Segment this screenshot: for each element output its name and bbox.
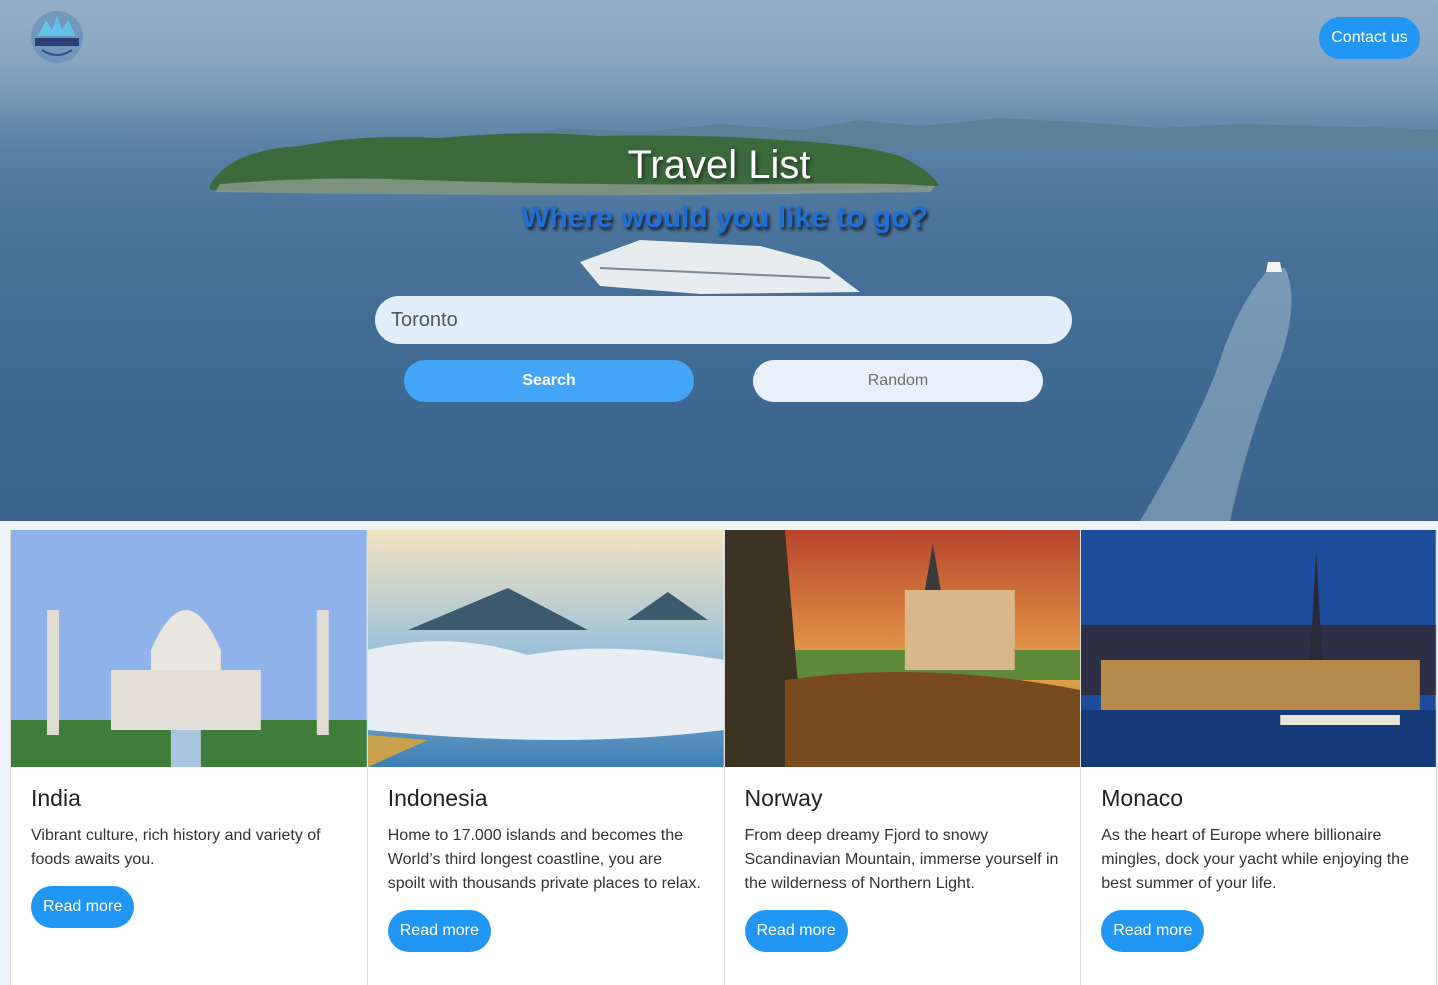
sea-island-background xyxy=(210,118,1438,521)
read-more-button[interactable]: Read more xyxy=(31,886,135,928)
page-title: Travel List xyxy=(627,143,811,187)
card-title: India xyxy=(31,785,81,811)
destination-cards: India Vibrant culture, rich history and … xyxy=(10,530,1437,985)
destination-card-indonesia: Indonesia Home to 17.000 islands and bec… xyxy=(366,530,724,985)
card-title: Monaco xyxy=(1101,785,1184,811)
card-text: From deep dreamy Fjord to snowy Scandina… xyxy=(744,827,1059,892)
card-title: Norway xyxy=(744,785,823,811)
taj-mahal-image xyxy=(11,530,367,767)
castle-image xyxy=(724,530,1081,767)
card-text: Home to 17.000 islands and becomes the W… xyxy=(387,827,701,892)
read-more-button[interactable]: Read more xyxy=(387,910,491,952)
destination-card-monaco: Monaco As the heart of Europe where bill… xyxy=(1080,530,1437,985)
city-night-image xyxy=(1081,530,1436,767)
destination-card-india: India Vibrant culture, rich history and … xyxy=(10,530,367,985)
page-subtitle: Where would you like to go? xyxy=(521,201,928,234)
search-button[interactable]: Search xyxy=(404,360,694,402)
bucket-list-logo[interactable] xyxy=(30,10,84,64)
volcano-clouds-image xyxy=(367,530,724,767)
card-title: Indonesia xyxy=(387,785,488,811)
card-text: As the heart of Europe where billionaire… xyxy=(1101,827,1409,892)
card-text: Vibrant culture, rich history and variet… xyxy=(31,827,321,868)
random-button[interactable]: Random xyxy=(753,360,1043,402)
search-input[interactable] xyxy=(375,296,1072,344)
read-more-button[interactable]: Read more xyxy=(1101,910,1205,952)
destination-card-norway: Norway From deep dreamy Fjord to snowy S… xyxy=(723,530,1081,985)
read-more-button[interactable]: Read more xyxy=(744,910,848,952)
contact-us-button[interactable]: Contact us xyxy=(1319,17,1420,59)
hero-banner: Contact us Travel List Where would you l… xyxy=(0,0,1438,521)
